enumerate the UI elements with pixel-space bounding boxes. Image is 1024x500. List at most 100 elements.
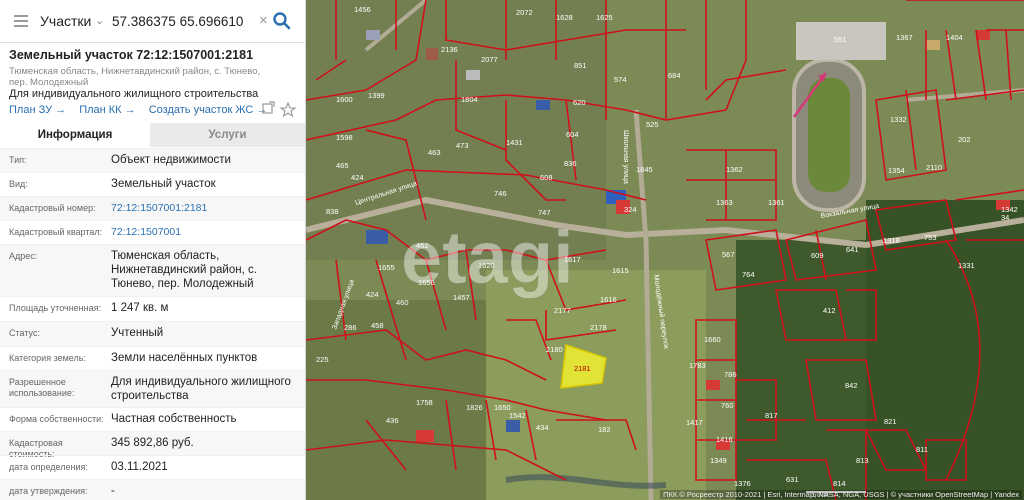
- parcel-number-label: 458: [371, 321, 384, 330]
- parcel-number-label: 34: [1001, 213, 1009, 222]
- tab-services[interactable]: Услуги: [150, 123, 305, 147]
- parcel-number-label: 2077: [481, 55, 498, 64]
- parcel-number-label: 525: [646, 120, 659, 129]
- parcel-number-label: 641: [846, 245, 859, 254]
- table-row: Адрес: Тюменская область, Нижнетавдинский…: [0, 244, 305, 296]
- parcel-number-label: 620: [573, 98, 586, 107]
- parcel-number-label: 567: [722, 250, 735, 259]
- parcel-number-label: 202: [958, 135, 971, 144]
- table-row: Форма собственности: Частная собственност…: [0, 407, 305, 431]
- parcel-number-label: 821: [884, 417, 897, 426]
- parcel-number-label: 1417: [686, 418, 703, 427]
- table-row: дата определения: 03.11.2021: [0, 455, 305, 479]
- parcel-number-label: 1783: [689, 361, 706, 370]
- parcel-number-label: 1804: [461, 95, 478, 104]
- parcel-number-label: 813: [856, 456, 869, 465]
- table-row: Категория земель: Земли населённых пункто…: [0, 346, 305, 370]
- parcel-number-label: 814: [833, 479, 846, 488]
- plan-zu-link[interactable]: План ЗУ →: [9, 104, 66, 116]
- parcel-number-label: 746: [494, 189, 507, 198]
- table-row: Площадь уточненная: 1 247 кв. м: [0, 296, 305, 321]
- parcel-number-label: 760: [721, 401, 734, 410]
- parcel-title: Земельный участок 72:12:1507001:2181: [9, 48, 254, 62]
- parcel-number-label: 1354: [888, 166, 905, 175]
- parcel-number-label: 434: [536, 423, 549, 432]
- menu-icon[interactable]: [14, 15, 28, 27]
- search-icon[interactable]: [272, 11, 292, 31]
- street-label: Школьная улица: [622, 130, 629, 184]
- parcel-number-label: 1660: [704, 335, 721, 344]
- parcel-number-label: 1616: [600, 295, 617, 304]
- cadastral-number-link[interactable]: 72:12:1507001:2181: [111, 201, 301, 215]
- create-plot-link[interactable]: Создать участок ЖС →: [149, 104, 268, 116]
- parcel-number-label: 424: [351, 173, 364, 182]
- table-row: Разрешенное использование: Для индивидуал…: [0, 370, 305, 407]
- table-row: Тип: Объект недвижимости: [0, 148, 305, 172]
- parcel-address: Тюменская область, Нижнетавдинский район…: [9, 66, 261, 88]
- table-row: дата утверждения: -: [0, 479, 305, 500]
- parcel-number-label: 1845: [636, 165, 653, 174]
- parcel-number-label: 786: [724, 370, 737, 379]
- parcel-number-label: 1456: [354, 5, 371, 14]
- parcel-number-label: 412: [823, 306, 836, 315]
- parcel-number-label: 2181: [574, 364, 591, 373]
- table-row: Кадастровый номер: 72:12:1507001:2181: [0, 196, 305, 220]
- parcel-number-label: 2178: [590, 323, 607, 332]
- parcel-number-label: 1362: [726, 165, 743, 174]
- parcel-number-label: 1318: [883, 236, 900, 245]
- parcel-number-label: 574: [614, 75, 627, 84]
- chevron-down-icon[interactable]: ⌄: [95, 11, 104, 31]
- parcel-number-label: 1363: [716, 198, 733, 207]
- cadastral-block-link[interactable]: 72:12:1507001: [111, 225, 301, 239]
- parcel-number-label: 551: [834, 35, 847, 44]
- parcel-links: План ЗУ → План КК → Создать участок ЖС →: [9, 104, 277, 116]
- parcel-number-label: 631: [786, 475, 799, 484]
- parcel-number-label: 2110: [926, 163, 942, 172]
- info-panel: Участки ⌄ × Земельный участок 72:12:1507…: [0, 0, 306, 500]
- parcel-number-label: 1628: [556, 13, 573, 22]
- parcel-number-label: 1332: [890, 115, 907, 124]
- parcel-number-label: 851: [574, 61, 587, 70]
- parcel-number-label: 1625: [596, 13, 613, 22]
- table-row: Кадастровая стоимость: 345 892,86 руб.: [0, 431, 305, 459]
- parcel-number-label: 1598: [336, 133, 353, 142]
- parcel-number-label: 1542: [509, 411, 526, 420]
- parcel-number-label: 324: [624, 205, 637, 214]
- search-bar: Участки ⌄ ×: [0, 0, 305, 43]
- plan-kk-link[interactable]: План КК →: [79, 104, 135, 116]
- parcel-number-label: 182: [598, 425, 611, 434]
- parcel-number-label: 1615: [612, 266, 629, 275]
- parcel-number-label: 1399: [368, 91, 385, 100]
- parcel-number-label: 604: [566, 130, 579, 139]
- parcel-number-label: 764: [742, 270, 755, 279]
- parcel-number-label: 1655: [378, 263, 395, 272]
- parcel-number-label: 1431: [506, 138, 523, 147]
- table-row: Статус: Учтенный: [0, 321, 305, 346]
- share-icon[interactable]: [262, 101, 275, 114]
- parcel-number-label: 465: [336, 161, 349, 170]
- parcel-number-label: 1376: [734, 479, 751, 488]
- parcel-number-label: 473: [456, 141, 469, 150]
- parcel-number-label: 1349: [710, 456, 727, 465]
- parcel-number-label: 2136: [441, 45, 458, 54]
- parcel-number-label: 2180: [546, 345, 563, 354]
- parcel-number-label: 436: [386, 416, 399, 425]
- parcel-number-label: 1342: [1001, 205, 1018, 214]
- table-row: Вид: Земельный участок: [0, 172, 305, 196]
- cadastral-map[interactable]: 1456 2072 1628 1625 551 1367 1404 2136 2077 851 57…: [306, 0, 1024, 500]
- parcel-number-label: 1331: [958, 261, 975, 270]
- star-icon[interactable]: [279, 101, 297, 117]
- clear-icon[interactable]: ×: [259, 11, 268, 31]
- tab-info[interactable]: Информация: [0, 123, 150, 147]
- parcel-number-label: 1361: [768, 198, 785, 207]
- tabs: Информация Услуги: [0, 123, 305, 147]
- parcel-number-label: 817: [765, 411, 778, 420]
- search-input[interactable]: [112, 11, 257, 31]
- map-attribution: ПКК © Росреестр 2010-2021 | Esri, Interm…: [660, 490, 1022, 499]
- table-row: Кадастровый квартал: 72:12:1507001: [0, 220, 305, 244]
- parcel-number-label: 460: [396, 298, 409, 307]
- parcel-number-label: 1600: [336, 95, 353, 104]
- map-canvas[interactable]: 1456 2072 1628 1625 551 1367 1404 2136 2077 851 57…: [306, 0, 1024, 500]
- parcel-number-label: 424: [366, 290, 379, 299]
- parcel-number-label: 1416: [716, 435, 733, 444]
